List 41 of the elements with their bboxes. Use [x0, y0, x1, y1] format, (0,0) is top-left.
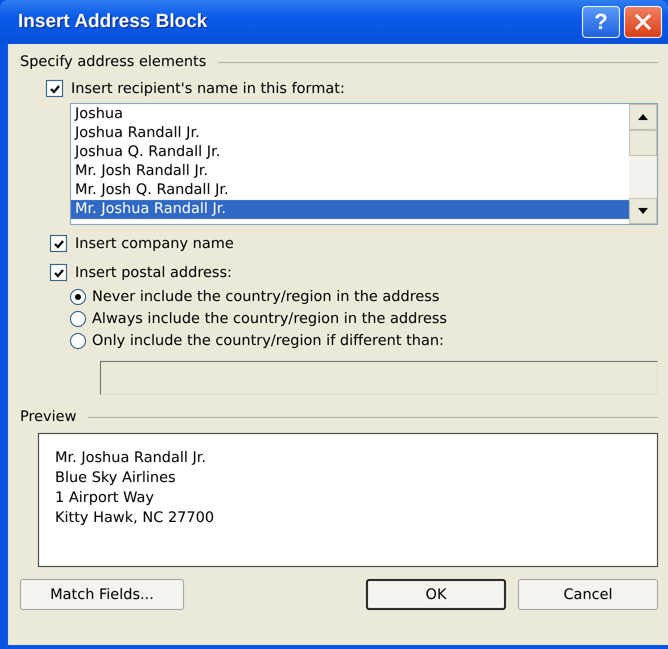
list-item[interactable]: Joshua Q. Randall Jr. — [71, 143, 629, 162]
window-title: Insert Address Block — [18, 11, 208, 33]
radio-button[interactable] — [70, 311, 86, 327]
scroll-up-button[interactable] — [629, 104, 657, 130]
radio-label: Never include the country/region in the address — [92, 289, 440, 305]
check-mark-icon — [48, 82, 60, 94]
group-label: Specify address elements — [20, 54, 206, 70]
list-item[interactable]: Joshua — [71, 105, 629, 124]
up-arrow-icon — [638, 114, 648, 120]
help-button[interactable]: ? — [582, 6, 620, 38]
preview-line: 1 Airport Way — [55, 489, 155, 508]
dialog-button[interactable]: Match Fields... — [20, 579, 184, 610]
preview-line: Blue Sky Airlines — [55, 469, 177, 488]
checkbox[interactable] — [46, 80, 63, 97]
close-button[interactable] — [624, 6, 662, 38]
checkbox-label: Insert company name — [75, 236, 234, 252]
list-item[interactable]: Joshua Randall Jr. — [71, 124, 629, 143]
list-item[interactable]: Mr. Joshua Randall Jr. — [71, 200, 629, 219]
checkbox[interactable] — [50, 264, 67, 281]
scroll-down-button[interactable] — [629, 198, 657, 224]
preview-line: Mr. Joshua Randall Jr. — [55, 449, 208, 468]
list-item[interactable]: Mr. Josh Randall Jr. — [71, 162, 629, 181]
close-icon — [633, 12, 653, 32]
check-mark-icon — [52, 238, 64, 250]
radio-label: Always include the country/region in the address — [92, 311, 447, 327]
down-arrow-icon — [638, 208, 648, 214]
dialog-button[interactable]: OK — [366, 579, 506, 610]
dialog-button[interactable]: Cancel — [518, 579, 658, 610]
check-mark-icon — [52, 266, 64, 278]
preview-line: Kitty Hawk, NC 27700 — [55, 509, 216, 528]
radio-label: Only include the country/region if different than: — [92, 333, 444, 349]
checkbox-label: Insert recipient's name in this format: — [71, 80, 345, 96]
radio-button[interactable] — [70, 289, 86, 305]
checkbox-label: Insert postal address: — [75, 264, 232, 280]
group-label: Preview — [20, 409, 76, 425]
list-item[interactable]: Mr. Josh Q. Randall Jr. — [71, 181, 629, 200]
scrollbar[interactable] — [629, 104, 657, 224]
scroll-thumb[interactable] — [629, 130, 657, 156]
name-format-list[interactable]: Joshua Joshua Randall Jr. Joshua Q. Randall Jr. Mr. Josh Randall Jr. Mr. Josh Q. Randall Jr. Mr. Joshua Randall Jr. — [70, 103, 658, 225]
radio-button[interactable] — [70, 333, 86, 349]
checkbox[interactable] — [50, 235, 67, 252]
